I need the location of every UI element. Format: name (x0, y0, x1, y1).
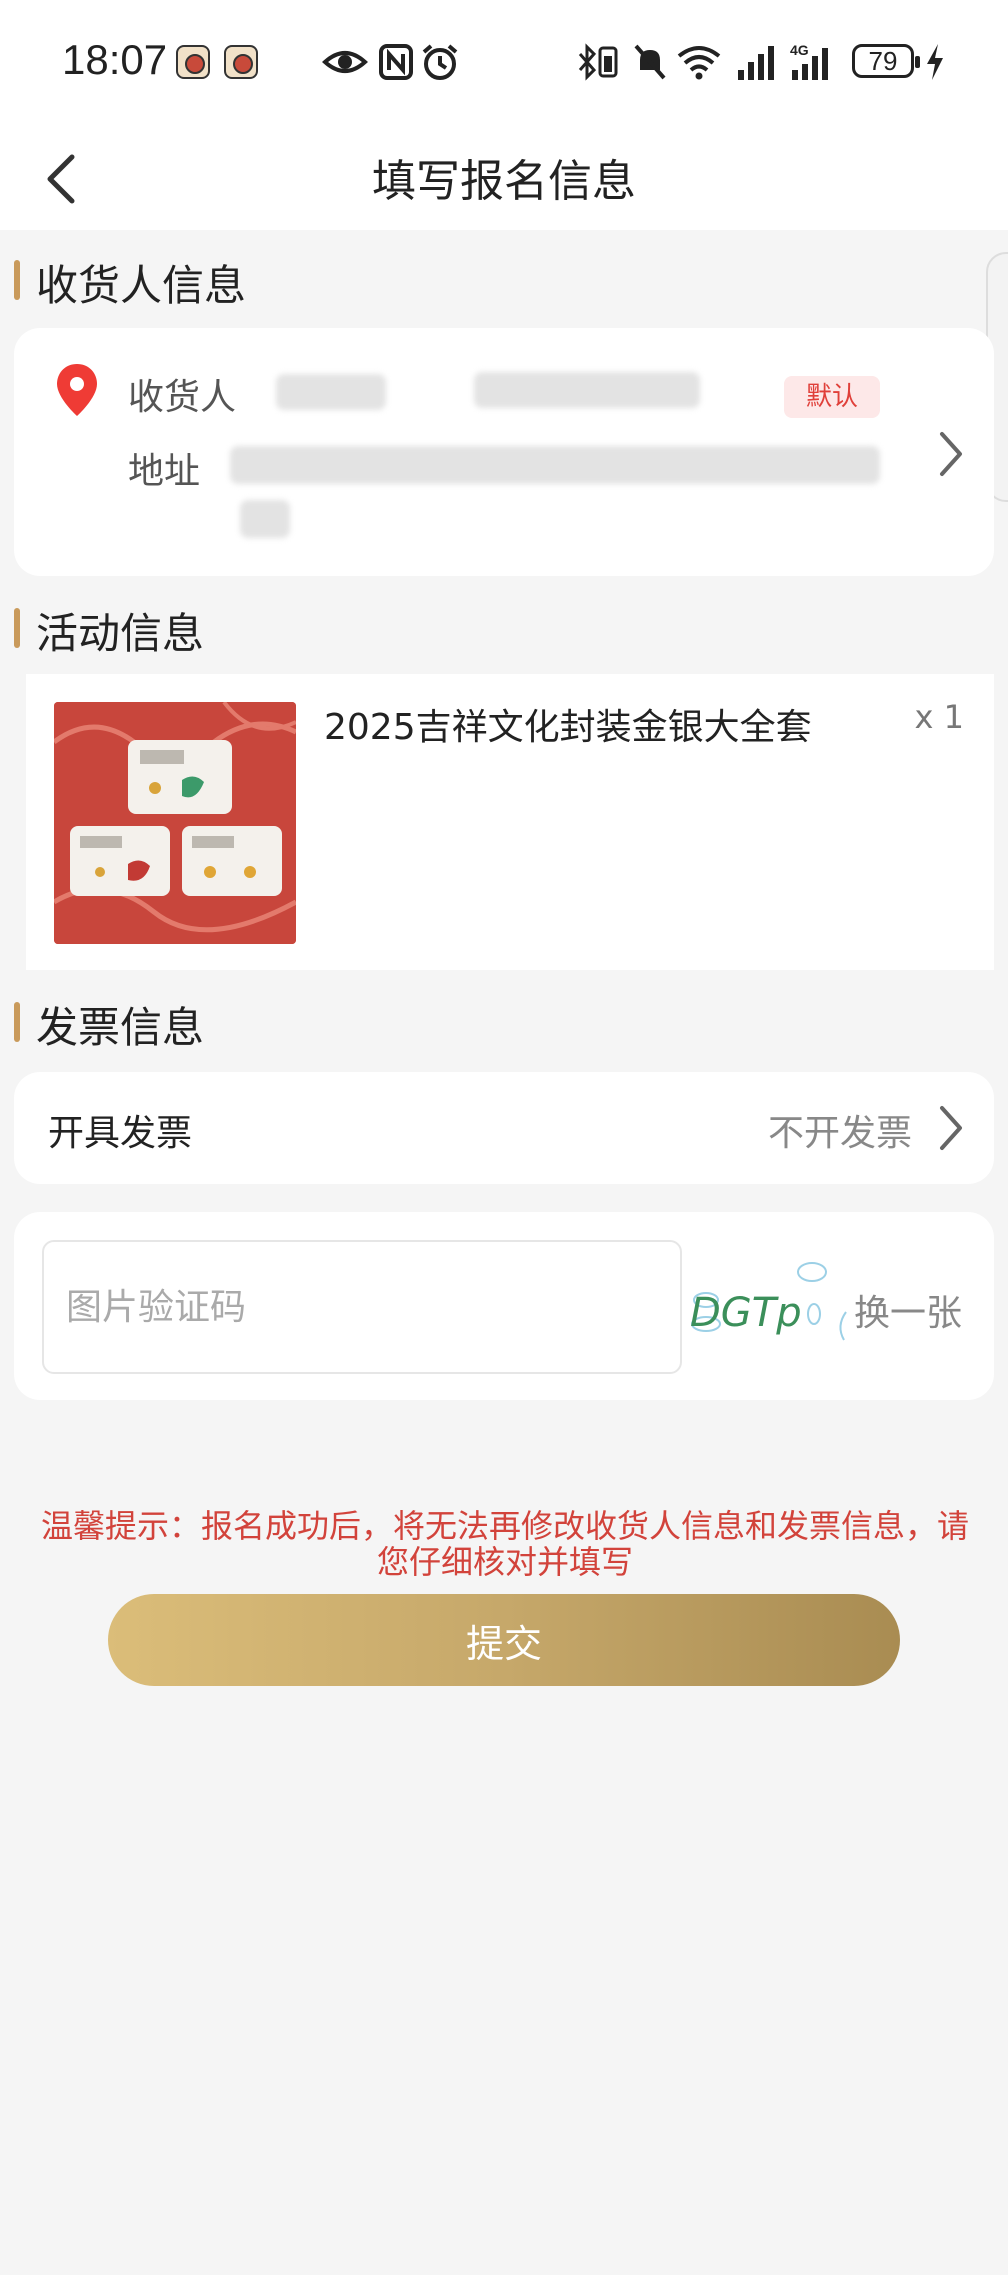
app-notification-icon (224, 45, 258, 79)
invoice-value: 不开发票 (767, 1113, 912, 1154)
section-title-invoice: 发票信息 (14, 994, 204, 1055)
bluetooth-battery-icon (578, 43, 618, 81)
product-quantity: x 1 (914, 698, 964, 736)
consignee-label: 收货人 (128, 377, 237, 418)
page-title: 填写报名信息 (372, 156, 636, 207)
product-image (54, 702, 296, 944)
captcha-image[interactable]: DGTp (686, 1250, 866, 1360)
signal-4g-icon: 4G (790, 42, 828, 80)
svg-text:4G: 4G (790, 42, 809, 58)
eye-icon (322, 51, 368, 73)
invoice-row[interactable]: 开具发票 不开发票 (14, 1072, 994, 1184)
nfc-icon (379, 44, 413, 80)
captcha-input[interactable] (42, 1240, 682, 1374)
chevron-right-icon (940, 432, 962, 476)
address-line-redacted (230, 446, 880, 484)
battery-indicator: 79 (852, 44, 920, 78)
warning-tip: 温馨提示：报名成功后，将无法再修改收货人信息和发票信息，请您仔细核对并填写 (40, 1507, 969, 1581)
default-badge: 默认 (784, 376, 880, 418)
signal-icon (738, 46, 774, 80)
product-name: 2025吉祥文化封装金银大全套 (324, 707, 812, 748)
submit-button[interactable]: 提交 (108, 1594, 900, 1686)
svg-text:DGTp: DGTp (690, 1290, 802, 1336)
charging-icon (927, 44, 943, 80)
nav-bar: 填写报名信息 (0, 125, 1008, 230)
location-pin-icon (57, 364, 97, 416)
wifi-icon (677, 46, 721, 80)
alarm-icon (422, 44, 458, 80)
status-bar: 18:07 4G 79 (0, 0, 1008, 125)
section-title-consignee: 收货人信息 (14, 252, 246, 313)
captcha-card: DGTp 换一张 (14, 1212, 994, 1400)
app-notification-icon (176, 45, 210, 79)
status-time: 18:07 (62, 36, 168, 83)
section-title-activity: 活动信息 (14, 600, 204, 661)
address-label: 地址 (128, 451, 201, 492)
chevron-right-icon (940, 1106, 962, 1150)
mute-bell-icon (634, 44, 666, 80)
consignee-phone-redacted (474, 372, 700, 408)
activity-product-card[interactable]: 2025吉祥文化封装金银大全套 x 1 (26, 674, 994, 970)
address-card[interactable]: 收货人 默认 地址 (14, 328, 994, 576)
refresh-captcha-button[interactable]: 换一张 (854, 1284, 962, 1336)
consignee-name-redacted (276, 374, 386, 410)
invoice-label: 开具发票 (48, 1113, 193, 1154)
address-line-redacted (240, 500, 290, 538)
